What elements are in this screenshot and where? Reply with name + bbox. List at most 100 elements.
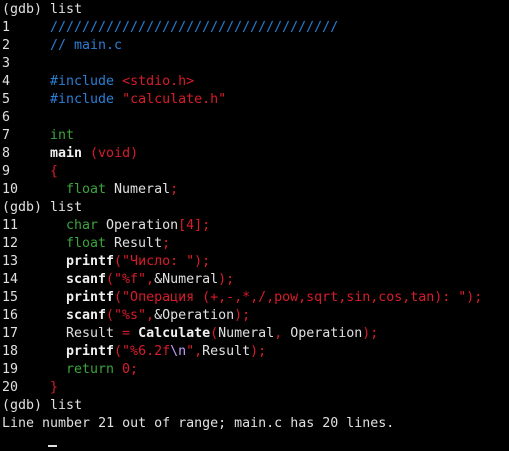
line-number: 19 (2, 362, 19, 377)
array-size: [4]; (178, 218, 211, 233)
type-keyword: char (66, 218, 99, 233)
line-number: 2 (2, 38, 11, 53)
escape-sequence: \n (170, 344, 187, 359)
include-target: <stdio.h> (122, 74, 195, 89)
gdb-command: list (50, 200, 83, 215)
line-number: 1 (2, 20, 11, 35)
source-line: 12 float Result; (0, 235, 509, 253)
line-number: 13 (2, 254, 19, 269)
gdb-command: list (50, 398, 83, 413)
semicolon: ; (162, 236, 171, 251)
line-number: 16 (2, 308, 19, 323)
line-number: 10 (2, 182, 19, 197)
line-number: 17 (2, 326, 19, 341)
function-name: main (50, 146, 83, 161)
type-keyword: float (66, 182, 107, 197)
argument: Result (202, 344, 251, 359)
function-call: printf (66, 344, 115, 359)
assignment-operator: = (122, 326, 131, 341)
source-line: 1 //////////////////////////////////// (0, 19, 509, 37)
comment: // main.c (50, 38, 123, 53)
gdb-prompt-line: (gdb) list (0, 199, 509, 217)
source-line: 15 printf("Операция (+,-,*,/,pow,sqrt,sin… (0, 289, 509, 307)
include-target: "calculate.h" (122, 92, 227, 107)
call-close: ); (250, 344, 267, 359)
source-line: 8 main (void) (0, 145, 509, 163)
function-call: scanf (66, 272, 107, 287)
call-arguments: ("Операция (+,-,*,/,pow,sqrt,sin,cos,tan… (114, 290, 483, 305)
format-string-end: ", (186, 344, 203, 359)
argument: Operation (290, 326, 363, 341)
function-call: Calculate (138, 326, 211, 341)
line-number: 6 (2, 110, 11, 125)
call-open: ( (210, 326, 219, 341)
source-line: 4 #include <stdio.h> (0, 73, 509, 91)
source-line: 20} (0, 379, 509, 397)
format-string: ("%s", (106, 308, 155, 323)
source-line: 9{ (0, 163, 509, 181)
gdb-command: list (50, 2, 83, 17)
source-line: 16 scanf("%s",&Operation); (0, 307, 509, 325)
format-string: ("%6.2f (114, 344, 171, 359)
identifier: Result (66, 326, 123, 341)
source-line: 11 char Operation[4]; (0, 217, 509, 235)
call-arguments: ("Число: "); (114, 254, 211, 269)
close-brace: } (50, 380, 59, 395)
source-line: 5 #include "calculate.h" (0, 91, 509, 109)
text-cursor (48, 445, 57, 447)
cursor-line (0, 433, 509, 451)
call-close: ); (218, 272, 235, 287)
argument: &Operation (154, 308, 235, 323)
function-call: printf (66, 254, 115, 269)
line-number: 4 (2, 74, 11, 89)
line-number: 9 (2, 164, 11, 179)
error-message-line: Line number 21 out of range; main.c has … (0, 415, 509, 433)
semicolon: ; (170, 182, 179, 197)
comma: , (274, 326, 291, 341)
identifier: Result (106, 236, 163, 251)
preprocessor-directive: #include (50, 92, 115, 107)
line-number: 14 (2, 272, 19, 287)
line-number: 12 (2, 236, 19, 251)
argument: &Numeral (154, 272, 219, 287)
function-call: scanf (66, 308, 107, 323)
source-line: 13 printf("Число: "); (0, 253, 509, 271)
source-line: 3 (0, 55, 509, 73)
call-close: ); (362, 326, 379, 341)
parameter-list: (void) (90, 146, 139, 161)
identifier: Numeral (106, 182, 171, 197)
line-number: 18 (2, 344, 19, 359)
gdb-prompt-line: (gdb) list (0, 397, 509, 415)
source-line: 7 int (0, 127, 509, 145)
gdb-terminal[interactable]: (gdb) list 1 ////////////////////////////… (0, 0, 509, 447)
function-call: printf (66, 290, 115, 305)
gdb-prompt-line: (gdb) list (0, 1, 509, 19)
comment: //////////////////////////////////// (50, 20, 339, 35)
open-brace: { (50, 164, 59, 179)
preprocessor-directive: #include (50, 74, 115, 89)
call-close: ); (234, 308, 251, 323)
line-number: 8 (2, 146, 11, 161)
line-number: 15 (2, 290, 19, 305)
line-number: 20 (2, 380, 19, 395)
type-keyword: int (50, 128, 75, 143)
line-number: 11 (2, 218, 19, 233)
source-line: 14 scanf("%f",&Numeral); (0, 271, 509, 289)
type-keyword: float (66, 236, 107, 251)
format-string: ("%f", (106, 272, 155, 287)
gdb-prompt: (gdb) (2, 398, 43, 413)
line-number: 3 (2, 56, 11, 71)
identifier: Operation (98, 218, 179, 233)
argument: Numeral (218, 326, 275, 341)
source-line: 10 float Numeral; (0, 181, 509, 199)
gdb-prompt: (gdb) (2, 2, 43, 17)
line-number: 7 (2, 128, 11, 143)
gdb-prompt: (gdb) (2, 200, 43, 215)
source-line: 6 (0, 109, 509, 127)
return-value: 0; (114, 362, 139, 377)
error-message: Line number 21 out of range; main.c has … (2, 416, 395, 431)
return-keyword: return (66, 362, 115, 377)
line-number: 5 (2, 92, 11, 107)
source-line: 19 return 0; (0, 361, 509, 379)
